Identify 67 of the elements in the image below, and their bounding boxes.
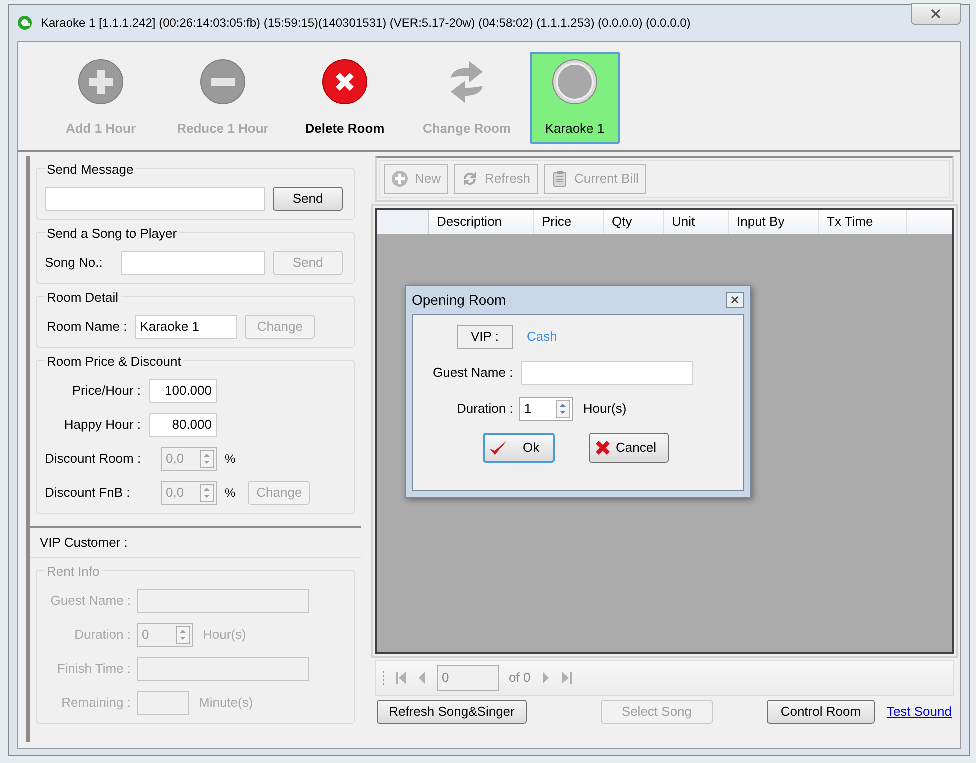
- disc-icon: [551, 58, 599, 106]
- text-field[interactable]: Karaoke 1: [135, 315, 238, 339]
- previous-page-icon: [417, 671, 427, 685]
- next-page-icon: [540, 671, 551, 685]
- field-label: Remaining :: [60, 694, 131, 712]
- field-label: Happy Hour :: [63, 416, 141, 434]
- button[interactable]: Refresh Song&Singer: [377, 700, 527, 724]
- field-label: Finish Time :: [56, 660, 131, 678]
- vip-label: VIP :: [457, 325, 513, 349]
- last-page-icon: [560, 671, 573, 685]
- text-field[interactable]: [121, 251, 265, 275]
- button[interactable]: Send: [273, 187, 343, 211]
- cross-icon: [594, 439, 612, 457]
- text-field[interactable]: 80.000: [149, 413, 217, 437]
- unit-label: %: [225, 451, 236, 468]
- button[interactable]: Control Room: [766, 700, 875, 724]
- column-header[interactable]: Description: [429, 210, 534, 234]
- field-label: Room Name :: [47, 318, 128, 336]
- column-header[interactable]: Input By: [729, 210, 819, 234]
- unit-label: %: [225, 485, 236, 502]
- section-header: VIP Customer :: [30, 528, 361, 558]
- close-icon: [931, 9, 941, 19]
- unit-label: Hour(s): [203, 626, 246, 644]
- spin-arrows-icon: [176, 626, 190, 644]
- row-header-corner: [377, 210, 429, 234]
- field-label: Price/Hour :: [71, 382, 141, 400]
- app-logo-icon: [17, 15, 33, 31]
- field-label: Discount Room :: [45, 450, 142, 468]
- unit-label: Hour(s): [583, 400, 627, 418]
- window-title: Karaoke 1 [1.1.1.242] (00:26:14:03:05:fb) (15:59:15)(140301531) (VER:5.17-20w) (04:58:02) (1.1.1.253) (0.0.0.0) (0.0.0.0): [41, 15, 691, 32]
- cancel-button[interactable]: Cancel: [589, 433, 669, 463]
- field-label: Song No.:: [45, 254, 104, 272]
- plus-icon: [77, 58, 125, 106]
- column-header[interactable]: Unit: [664, 210, 729, 234]
- text-field[interactable]: 100.000: [149, 379, 217, 403]
- number-spinner[interactable]: 1: [519, 397, 574, 421]
- minus-icon: [199, 58, 247, 106]
- field-label: Discount FnB :: [45, 484, 132, 502]
- plus-icon: [391, 170, 409, 188]
- spin-arrows-icon: [200, 450, 214, 468]
- first-page-icon: [395, 671, 407, 685]
- delete-icon: [321, 58, 369, 106]
- checkmark-icon: [489, 439, 509, 457]
- toolbar-button[interactable]: Karaoke 1: [530, 52, 620, 144]
- clipboard-icon: [550, 170, 569, 188]
- unit-label: Minute(s): [199, 694, 254, 712]
- close-button[interactable]: [911, 3, 961, 25]
- dialog-title: Opening Room: [412, 290, 506, 310]
- field-label: Guest Name :: [50, 592, 131, 610]
- ok-button[interactable]: Ok: [483, 433, 555, 463]
- close-icon: [731, 296, 739, 304]
- toolbar-button[interactable]: Delete Room: [286, 52, 404, 144]
- text-field[interactable]: [45, 187, 265, 211]
- field-label: Guest Name :: [433, 364, 514, 382]
- field-label: Duration :: [74, 626, 131, 644]
- vip-value: Cash: [527, 328, 558, 346]
- column-header[interactable]: Price: [534, 210, 604, 234]
- page-count: of 0: [509, 669, 531, 688]
- grip-icon: [382, 670, 385, 686]
- spin-arrows-icon: [200, 484, 214, 502]
- column-header[interactable]: Tx Time: [819, 210, 907, 234]
- column-header[interactable]: Qty: [604, 210, 664, 234]
- close-button[interactable]: [726, 292, 744, 308]
- spin-arrows-icon: [556, 400, 570, 418]
- test-sound-link[interactable]: Test Sound: [886, 702, 952, 722]
- field-label: Duration :: [457, 400, 514, 418]
- text-field[interactable]: [521, 361, 694, 385]
